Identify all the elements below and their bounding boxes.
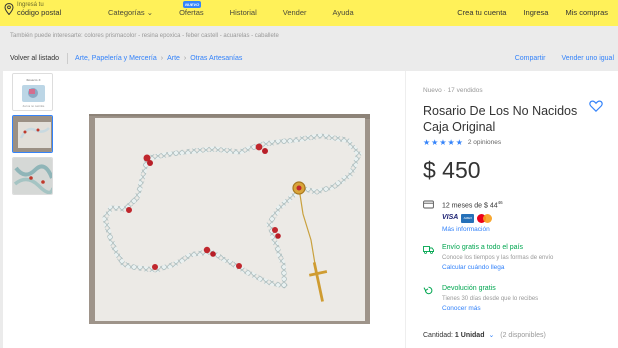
- thumbnail-caption-bottom: de los no nacidos: [23, 104, 45, 108]
- location-postal-code: código postal: [17, 8, 62, 17]
- available-stock: (2 disponibles): [500, 332, 546, 339]
- star-icon: ★: [423, 138, 431, 147]
- amex-logo: AMEX: [461, 213, 475, 223]
- location-selector[interactable]: Ingresá tu código postal: [4, 2, 61, 17]
- visa-logo: VISA: [442, 214, 459, 222]
- star-icon: ★: [455, 138, 463, 147]
- reviews-count: 2 opiniones: [467, 139, 502, 146]
- breadcrumb-item-arte[interactable]: Arte: [167, 55, 180, 62]
- thumbnail-1-image: Rosario X de los no nacidos: [13, 74, 52, 110]
- product-title: Rosario De Los No Nacidos Caja Original: [423, 104, 578, 134]
- location-pin-icon: [4, 3, 14, 16]
- column-divider: [405, 71, 406, 348]
- breadcrumb-divider: [67, 53, 69, 64]
- thumbnail-3[interactable]: [12, 157, 53, 195]
- installments-cents: 46: [497, 200, 503, 205]
- main-nav: Categorías ⌄ NUEVO Ofertas Historial Vend…: [108, 1, 380, 17]
- returns-row: Devolución gratis Tienes 30 días desde q…: [423, 284, 538, 314]
- nav-ayuda-label: Ayuda: [332, 8, 354, 17]
- quantity-label: Cantidad:: [423, 332, 453, 339]
- breadcrumb: Volver al listado Arte, Papelería y Merc…: [10, 53, 614, 64]
- star-icon: ★: [431, 138, 439, 147]
- nav-ofertas-label: Ofertas: [179, 8, 204, 17]
- truck-icon: [423, 246, 434, 254]
- product-price: $ 450: [423, 157, 481, 183]
- top-bar: Ingresá tu código postal Categorías ⌄ NU…: [0, 0, 618, 26]
- condition-sold: Nuevo · 17 vendidos: [423, 87, 483, 94]
- thumbnail-1[interactable]: Rosario X de los no nacidos: [12, 73, 53, 111]
- nav-historial[interactable]: Historial: [230, 8, 270, 17]
- chevron-right-icon: ›: [160, 55, 164, 62]
- thumbnail-2-image: [13, 116, 52, 152]
- share-link[interactable]: Compartir: [515, 55, 546, 62]
- product-main-image[interactable]: [89, 114, 370, 324]
- return-icon: [423, 286, 433, 295]
- back-to-listing-link[interactable]: Volver al listado: [10, 55, 59, 62]
- related-searches: También puede interesarte: colores prism…: [10, 33, 279, 39]
- my-purchases-link[interactable]: Mis compras: [565, 8, 608, 17]
- breadcrumb-item-arte-papeleria[interactable]: Arte, Papelería y Mercería: [75, 55, 157, 62]
- installments-row: 12 meses de $ 4446 VISA AMEX Más informa…: [423, 198, 503, 235]
- create-account-link[interactable]: Crea tu cuenta: [457, 8, 506, 17]
- shipping-row: Envío gratis a todo el país Conoce los t…: [423, 243, 553, 273]
- rating[interactable]: ★ ★ ★ ★ ★ 2 opiniones: [423, 138, 501, 147]
- credit-card-icon: [423, 200, 434, 209]
- nav-categorias-label: Categorías ⌄: [108, 8, 154, 17]
- shipping-description: Conoce los tiempos y las formas de envío: [442, 255, 554, 261]
- thumbnail-2[interactable]: [12, 115, 53, 153]
- installments-text: 12 meses de $ 4446: [442, 198, 503, 211]
- quantity-value: 1 Unidad: [454, 332, 485, 339]
- sell-similar-link[interactable]: Vender uno igual: [561, 55, 614, 62]
- nav-ayuda[interactable]: Ayuda: [333, 8, 367, 17]
- new-badge: NUEVO: [183, 1, 202, 8]
- nav-ofertas[interactable]: NUEVO Ofertas: [179, 1, 217, 17]
- free-shipping-title: Envío gratis a todo el país: [442, 244, 523, 251]
- nav-vender[interactable]: Vender: [283, 8, 320, 17]
- account-nav: Crea tu cuenta Ingresa Mis compras: [440, 8, 608, 17]
- nav-historial-label: Historial: [229, 8, 257, 17]
- thumbnail-3-image: [13, 158, 52, 194]
- product-panel: Rosario X de los no nacidos Nuevo · 17 v…: [3, 71, 618, 348]
- learn-more-link[interactable]: Conocer más: [442, 304, 538, 314]
- return-description: Tienes 30 días desde que lo recibes: [442, 296, 539, 302]
- calculate-delivery-link[interactable]: Calcular cuándo llega: [442, 263, 553, 273]
- heart-icon[interactable]: [589, 99, 603, 113]
- nav-categorias[interactable]: Categorías ⌄: [108, 8, 166, 17]
- mastercard-logo: [477, 213, 493, 223]
- payment-methods: VISA AMEX: [442, 213, 503, 223]
- free-return-title: Devolución gratis: [442, 285, 496, 292]
- more-info-link[interactable]: Más información: [442, 225, 503, 235]
- star-icon: ★: [439, 138, 447, 147]
- chevron-down-icon: ⌄: [488, 332, 495, 339]
- nav-vender-label: Vender: [282, 8, 307, 17]
- chevron-right-icon: ›: [183, 55, 187, 62]
- breadcrumb-item-otras-artesanias[interactable]: Otras Artesanías: [190, 55, 242, 62]
- installments-amount: 12 meses de $ 44: [442, 202, 498, 210]
- star-icon: ★: [447, 138, 455, 147]
- quantity-selector[interactable]: Cantidad: 1 Unidad ⌄ (2 disponibles): [423, 331, 546, 339]
- login-link[interactable]: Ingresa: [523, 8, 548, 17]
- thumbnail-caption-top: Rosario X: [26, 78, 40, 82]
